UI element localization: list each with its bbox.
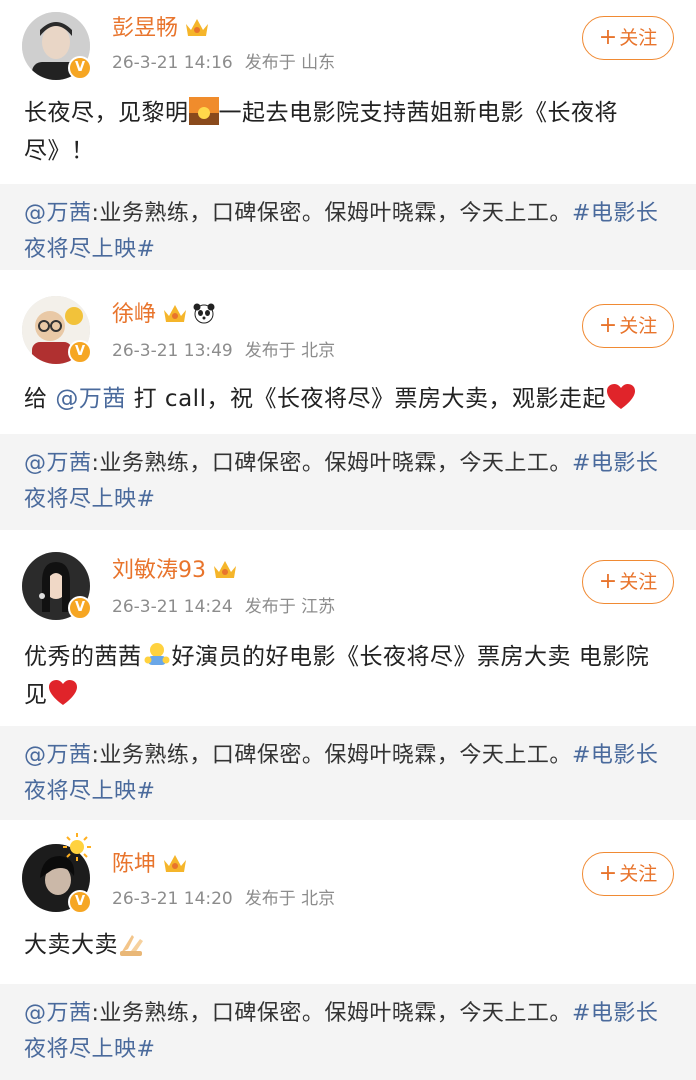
red-heart-icon: [606, 384, 635, 409]
mention-link[interactable]: @万茜: [55, 386, 126, 412]
username[interactable]: 陈坤: [112, 850, 188, 880]
quoted-post[interactable]: @万茜:业务熟练，口碑保密。保姆叶晓霖，今天上工。#电影长夜将尽上映#: [0, 434, 696, 530]
post-header: V 刘敏涛93 26-3-21 14:24 发布于 江苏 + 关注: [0, 538, 696, 628]
verified-badge-icon: V: [68, 56, 92, 80]
quoted-post[interactable]: @万茜:业务熟练，口碑保密。保姆叶晓霖，今天上工。#电影长夜将尽上映#: [0, 726, 696, 820]
post-location: 发布于 北京: [244, 889, 336, 909]
post-time: 26-3-21 14:16: [112, 53, 233, 73]
post-header: V 徐峥 26-3-21 13:49 发布于 北京 + 关注: [0, 278, 696, 368]
post-meta: 26-3-21 13:49 发布于 北京: [112, 340, 335, 362]
sunrise-emoji-icon: [188, 97, 219, 125]
plus-icon: +: [598, 313, 618, 338]
mention-link[interactable]: @万茜: [24, 743, 92, 768]
post-meta: 26-3-21 14:16 发布于 山东: [112, 52, 335, 74]
quoted-post[interactable]: @万茜:业务熟练，口碑保密。保姆叶晓霖，今天上工。#电影长夜将尽上映#: [0, 184, 696, 270]
post-location: 发布于 北京: [244, 341, 336, 361]
verified-badge-icon: V: [68, 890, 92, 914]
crown-icon: [214, 561, 236, 578]
follow-button[interactable]: + 关注: [582, 16, 674, 60]
username[interactable]: 彭昱畅: [112, 14, 210, 44]
crown-icon: [186, 19, 209, 36]
follow-button[interactable]: + 关注: [582, 304, 674, 348]
post-time: 26-3-21 14:20: [112, 889, 233, 909]
plus-icon: +: [598, 569, 618, 594]
post-header: V 陈坤 26-3-21 14:20 发布于 北京 + 关注: [0, 828, 696, 918]
verified-badge-icon: V: [68, 340, 92, 364]
post-time: 26-3-21 14:24: [112, 597, 233, 617]
post-text: 优秀的茜茜 好演员的好电影《长夜将尽》票房大卖 电影院见: [0, 638, 696, 714]
follow-button[interactable]: + 关注: [582, 852, 674, 896]
mention-link[interactable]: @万茜: [24, 201, 92, 226]
weibo-feed: V 彭昱畅 26-3-21 14:16 发布于 山东 + 关注 长夜尽，见黎明 一起去…: [0, 0, 696, 1080]
crown-icon: [164, 305, 187, 322]
post-meta: 26-3-21 14:24 发布于 江苏: [112, 596, 335, 618]
mention-link[interactable]: @万茜: [24, 451, 92, 476]
post-meta: 26-3-21 14:20 发布于 北京: [112, 888, 335, 910]
pray-hands-icon: [120, 935, 143, 956]
plus-icon: +: [598, 861, 618, 886]
post-text: 大卖大卖: [0, 926, 696, 964]
username[interactable]: 刘敏涛93: [112, 556, 238, 586]
panda-icon: [193, 303, 215, 324]
mention-link[interactable]: @万茜: [24, 1001, 92, 1026]
post-text: 给 @万茜 打 call，祝《长夜将尽》票房大卖，观影走起: [0, 380, 696, 418]
red-heart-icon: [48, 680, 77, 705]
post-location: 发布于 江苏: [244, 597, 336, 617]
post-location: 发布于 山东: [244, 53, 336, 73]
follow-button[interactable]: + 关注: [582, 560, 674, 604]
quoted-post[interactable]: @万茜:业务熟练，口碑保密。保姆叶晓霖，今天上工。#电影长夜将尽上映#: [0, 984, 696, 1080]
plus-icon: +: [598, 25, 618, 50]
username[interactable]: 徐峥: [112, 300, 216, 330]
hug-emoji-icon: [144, 643, 169, 665]
sun-icon: [63, 833, 91, 861]
verified-badge-icon: V: [68, 596, 92, 620]
post-text: 长夜尽，见黎明 一起去电影院支持茜姐新电影《长夜将尽》！: [0, 94, 696, 170]
post-time: 26-3-21 13:49: [112, 341, 233, 361]
crown-icon: [164, 855, 187, 872]
post-header: V 彭昱畅 26-3-21 14:16 发布于 山东 + 关注: [0, 0, 696, 90]
